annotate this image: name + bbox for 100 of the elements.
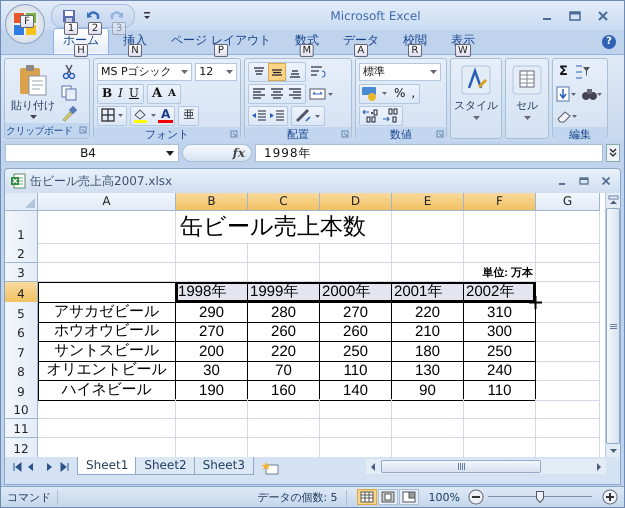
close-icon[interactable] <box>600 175 612 187</box>
grid-icon <box>360 491 374 503</box>
empty-cell <box>248 418 320 438</box>
table-cell: 30 <box>176 360 248 381</box>
table-cell: 260 <box>320 321 392 342</box>
fill-color-icon[interactable] <box>132 107 158 124</box>
sheet-tab[interactable]: Sheet1 <box>77 457 138 475</box>
row-header[interactable]: 12 <box>5 438 38 457</box>
cells-button[interactable]: セル <box>516 98 538 113</box>
table-cell: サントスビール <box>38 340 176 362</box>
column-header[interactable]: F <box>464 193 536 211</box>
table-cell: 290 <box>176 302 248 322</box>
expand-formula-bar-icon[interactable] <box>606 144 620 162</box>
zoom-out-icon[interactable] <box>468 489 484 505</box>
phonetic-button[interactable]: 亜 <box>180 107 198 124</box>
vertical-scrollbar[interactable] <box>605 193 620 457</box>
page-layout-view-button[interactable] <box>378 489 398 505</box>
copy-icon[interactable] <box>61 85 77 101</box>
percent-button[interactable]: % <box>391 85 408 102</box>
formula-input[interactable]: 1998年 <box>255 144 603 162</box>
grow-font-button[interactable]: A <box>149 85 166 102</box>
maximize-icon[interactable] <box>578 175 590 187</box>
align-left-icon[interactable] <box>250 86 268 102</box>
row-header[interactable]: 9 <box>5 380 38 400</box>
font-name-dropdown[interactable]: MS Pゴシック <box>97 62 192 80</box>
save-icon[interactable] <box>62 8 76 22</box>
slider-thumb[interactable] <box>536 491 544 503</box>
keytip: R <box>408 44 422 57</box>
empty-cell <box>392 418 464 438</box>
close-icon[interactable] <box>596 8 610 22</box>
dialog-launcher-icon[interactable] <box>230 130 238 138</box>
keytip: W <box>454 44 471 57</box>
styles-button[interactable]: スタイル <box>454 98 498 113</box>
scroll-left-icon[interactable] <box>369 462 377 472</box>
dialog-launcher-icon[interactable] <box>341 130 349 138</box>
styles-icon[interactable] <box>461 65 491 95</box>
office-button[interactable]: F <box>5 4 45 44</box>
italic-button[interactable]: I <box>115 85 126 102</box>
caret-icon <box>30 115 36 119</box>
decrease-indent-icon[interactable] <box>250 108 268 124</box>
wrap-text-icon[interactable] <box>309 64 327 80</box>
paste-button[interactable]: 貼り付け <box>7 62 55 123</box>
merge-center-icon[interactable] <box>309 86 335 102</box>
underline-button[interactable]: U <box>126 85 142 102</box>
column-header[interactable]: B <box>176 193 248 211</box>
zoom-level[interactable]: 100% <box>428 490 460 504</box>
help-button[interactable]: ? <box>602 35 616 49</box>
sheet-navigation-icon[interactable] <box>11 460 71 472</box>
maximize-icon[interactable] <box>568 8 582 22</box>
table-cell: 2000年 <box>320 282 392 303</box>
align-center-icon[interactable] <box>268 86 286 102</box>
row-header[interactable]: 10 <box>5 399 38 418</box>
empty-cell <box>464 211 536 244</box>
zoom-in-icon[interactable] <box>602 489 618 505</box>
group-label: フォント <box>145 127 189 142</box>
row-header[interactable]: 8 <box>5 360 38 381</box>
scroll-right-icon[interactable] <box>595 462 603 472</box>
column-header[interactable]: G <box>536 193 600 211</box>
caret-icon <box>166 150 174 156</box>
sheet-tab[interactable]: Sheet2 <box>135 457 196 475</box>
column-header[interactable]: A <box>38 193 176 211</box>
dialog-launcher-icon[interactable] <box>436 130 444 138</box>
insert-function-button[interactable]: fx <box>182 144 252 162</box>
name-box[interactable]: B4 <box>5 144 179 162</box>
normal-view-button[interactable] <box>356 489 377 505</box>
increase-indent-icon[interactable] <box>268 108 286 124</box>
column-header[interactable]: D <box>320 193 392 211</box>
borders-icon[interactable] <box>99 107 125 124</box>
customize-caret-icon[interactable] <box>143 10 151 20</box>
autosum-button[interactable]: Σ <box>556 63 571 80</box>
keytip: 1 <box>64 22 78 34</box>
row-header[interactable]: 6 <box>5 321 38 342</box>
row-header[interactable]: 7 <box>5 340 38 362</box>
empty-cell <box>176 243 248 262</box>
table-cell: 70 <box>248 360 320 381</box>
row-header[interactable]: 1 <box>5 211 38 244</box>
column-header[interactable]: E <box>392 193 464 211</box>
fill-down-icon[interactable] <box>556 86 578 102</box>
page-break-view-button[interactable] <box>398 489 419 505</box>
row-header[interactable]: 2 <box>5 243 38 262</box>
shrink-font-button[interactable]: A <box>165 85 179 102</box>
row-header[interactable]: 4 <box>5 282 38 303</box>
format-painter-icon[interactable] <box>61 106 77 122</box>
dialog-launcher-icon[interactable] <box>79 126 87 134</box>
bold-button[interactable]: B <box>99 85 116 102</box>
row-header[interactable]: 5 <box>5 302 38 322</box>
scroll-up-icon[interactable] <box>606 195 620 205</box>
orientation-icon[interactable] <box>293 108 323 124</box>
font-size-dropdown[interactable]: 12 <box>195 62 237 80</box>
cells-icon[interactable] <box>512 65 542 95</box>
horizontal-scrollbar[interactable] <box>366 459 606 474</box>
align-right-icon[interactable] <box>286 86 304 102</box>
middle-align-button[interactable] <box>268 62 286 80</box>
row-header[interactable]: 3 <box>5 262 38 282</box>
scissors-icon[interactable] <box>61 64 77 80</box>
sheet-tab[interactable]: Sheet3 <box>194 457 254 475</box>
column-header[interactable]: C <box>248 193 320 211</box>
comma-button[interactable]: , <box>408 85 418 102</box>
row-header[interactable]: 11 <box>5 418 38 438</box>
number-format-dropdown[interactable]: 標準 <box>359 62 441 80</box>
